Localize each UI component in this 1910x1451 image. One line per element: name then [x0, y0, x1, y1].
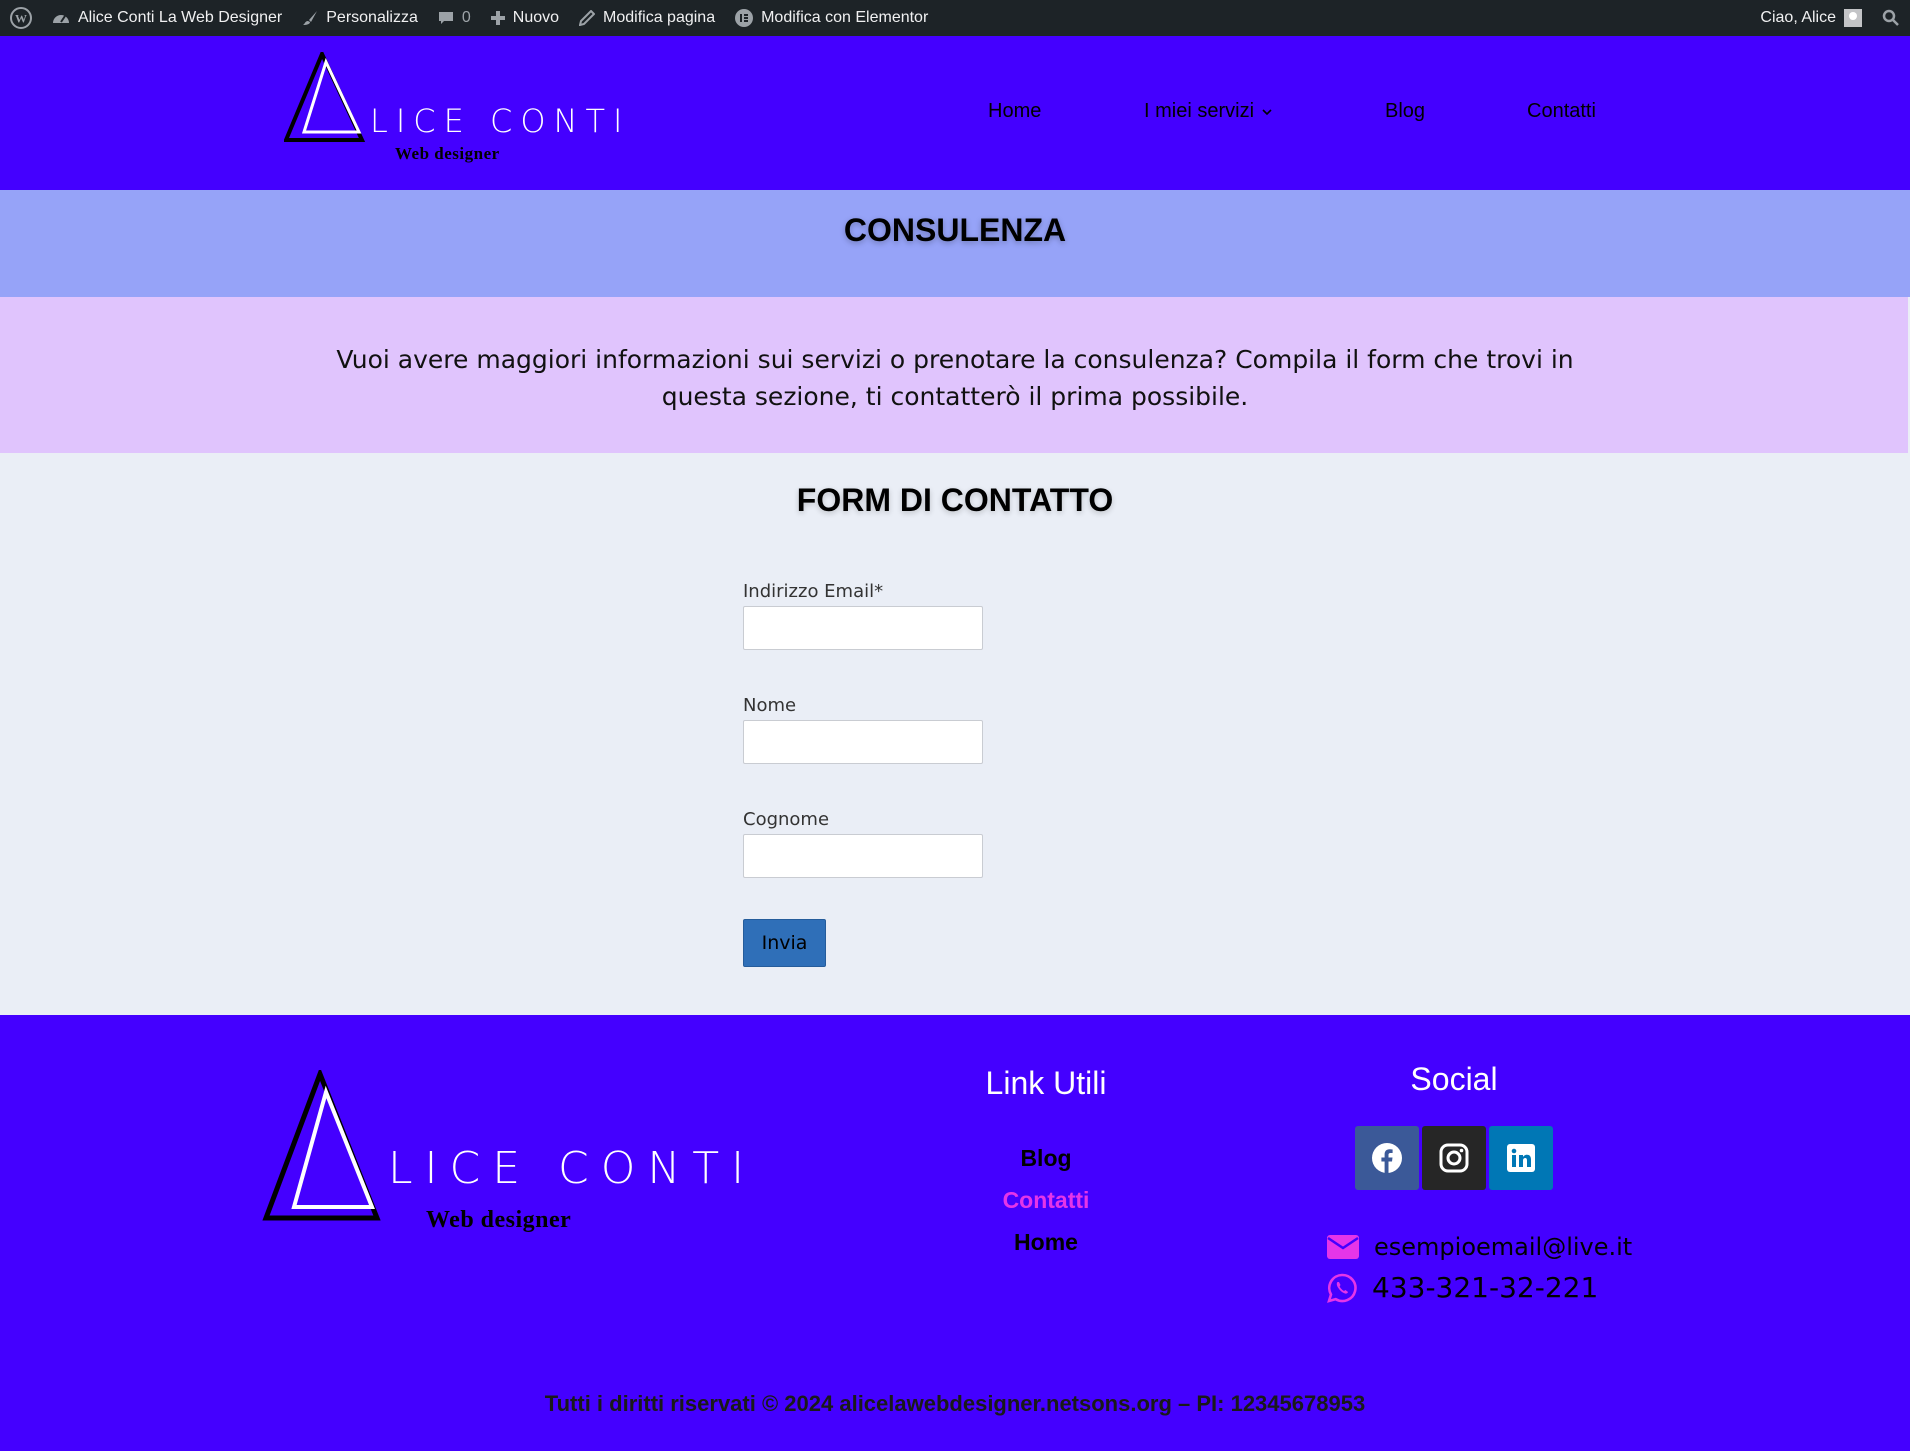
social-title: Social: [1410, 1061, 1498, 1097]
instagram-button[interactable]: [1422, 1126, 1486, 1190]
footer-link-contacts[interactable]: Contatti: [946, 1179, 1146, 1221]
chevron-down-icon: [1262, 108, 1272, 115]
instagram-icon: [1439, 1143, 1469, 1173]
greeting-label: Ciao, Alice: [1760, 9, 1836, 26]
submit-button[interactable]: Invia: [743, 919, 826, 967]
name-field-group: Nome: [743, 695, 983, 764]
footer-link-home[interactable]: Home: [946, 1221, 1146, 1263]
svg-text:W: W: [15, 12, 27, 26]
linkedin-button[interactable]: [1489, 1126, 1553, 1190]
customize-label: Personalizza: [326, 9, 418, 26]
edit-page-button[interactable]: Modifica pagina: [569, 0, 725, 36]
footer-phone-text: 433-321-32-221: [1372, 1271, 1599, 1304]
envelope-icon: [1327, 1235, 1359, 1259]
elementor-icon: [735, 9, 754, 27]
email-field-group: Indirizzo Email*: [743, 581, 983, 650]
paintbrush-icon: [302, 10, 318, 26]
avatar: [1844, 9, 1862, 27]
name-field[interactable]: [743, 720, 983, 764]
admin-bar: W Alice Conti La Web Designer Personaliz…: [0, 0, 1910, 36]
surname-label: Cognome: [743, 809, 830, 830]
site-footer: LICE CONTI Web designer Link Utili Blog …: [0, 1015, 1910, 1451]
site-name-label: Alice Conti La Web Designer: [78, 9, 283, 26]
comment-icon: [438, 10, 454, 26]
form-title: FORM DI CONTATTO: [796, 482, 1114, 518]
logo-name: LICE CONTI: [370, 102, 631, 140]
nav-home[interactable]: Home: [988, 100, 1041, 123]
logo-subtitle: Web designer: [395, 144, 500, 163]
pencil-icon: [579, 10, 596, 26]
comments-count: 0: [461, 9, 471, 26]
intro-band: Vuoi avere maggiori informazioni sui ser…: [0, 297, 1908, 453]
wordpress-logo-button[interactable]: W: [0, 0, 42, 36]
search-icon: [1882, 9, 1899, 26]
facebook-button[interactable]: [1355, 1126, 1419, 1190]
site-name-menu[interactable]: Alice Conti La Web Designer: [42, 0, 292, 36]
footer-phone[interactable]: 433-321-32-221: [1326, 1271, 1598, 1304]
search-button[interactable]: [1872, 0, 1910, 36]
useful-links: Blog Contatti Home: [946, 1137, 1146, 1263]
copyright-text: Tutti i diritti riservati © 2024 alicela…: [544, 1391, 1366, 1416]
wordpress-icon: W: [10, 7, 32, 29]
edit-elementor-button[interactable]: Modifica con Elementor: [725, 0, 938, 36]
nav-services[interactable]: I miei servizi: [1144, 100, 1274, 123]
new-label: Nuovo: [512, 9, 560, 26]
email-label: Indirizzo Email*: [743, 581, 884, 602]
nav-services-label: I miei servizi: [1144, 100, 1255, 122]
surname-field[interactable]: [743, 834, 983, 878]
footer-logo-name: LICE CONTI: [388, 1143, 757, 1194]
email-field[interactable]: [743, 606, 983, 650]
dashboard-icon: [52, 10, 70, 26]
facebook-icon: [1372, 1143, 1402, 1173]
nav-contacts[interactable]: Contatti: [1527, 100, 1596, 123]
whatsapp-icon: [1327, 1273, 1357, 1303]
name-label: Nome: [743, 695, 797, 716]
edit-elementor-label: Modifica con Elementor: [761, 9, 929, 26]
contact-form-section: FORM DI CONTATTO Indirizzo Email* Nome C…: [0, 453, 1910, 1015]
comments-button[interactable]: 0: [428, 0, 481, 36]
customize-button[interactable]: Personalizza: [292, 0, 428, 36]
new-content-button[interactable]: Nuovo: [481, 0, 569, 36]
page-title-band: CONSULENZA: [0, 190, 1910, 297]
linkedin-icon: [1507, 1144, 1535, 1172]
edit-page-label: Modifica pagina: [603, 9, 716, 26]
site-header: LICE CONTI Web designer Home I miei serv…: [0, 36, 1910, 190]
surname-field-group: Cognome: [743, 809, 983, 878]
intro-text: Vuoi avere maggiori informazioni sui ser…: [336, 345, 1574, 411]
footer-link-blog[interactable]: Blog: [946, 1137, 1146, 1179]
social-icons: [1355, 1126, 1556, 1190]
plus-icon: [490, 11, 505, 25]
account-menu[interactable]: Ciao, Alice: [1750, 0, 1872, 36]
nav-blog[interactable]: Blog: [1385, 100, 1425, 123]
useful-links-title: Link Utili: [985, 1065, 1107, 1101]
page-title: CONSULENZA: [843, 212, 1067, 248]
footer-email[interactable]: esempioemail@live.it: [1326, 1233, 1632, 1261]
footer-email-text: esempioemail@live.it: [1374, 1233, 1633, 1261]
footer-logo-subtitle: Web designer: [426, 1207, 572, 1233]
